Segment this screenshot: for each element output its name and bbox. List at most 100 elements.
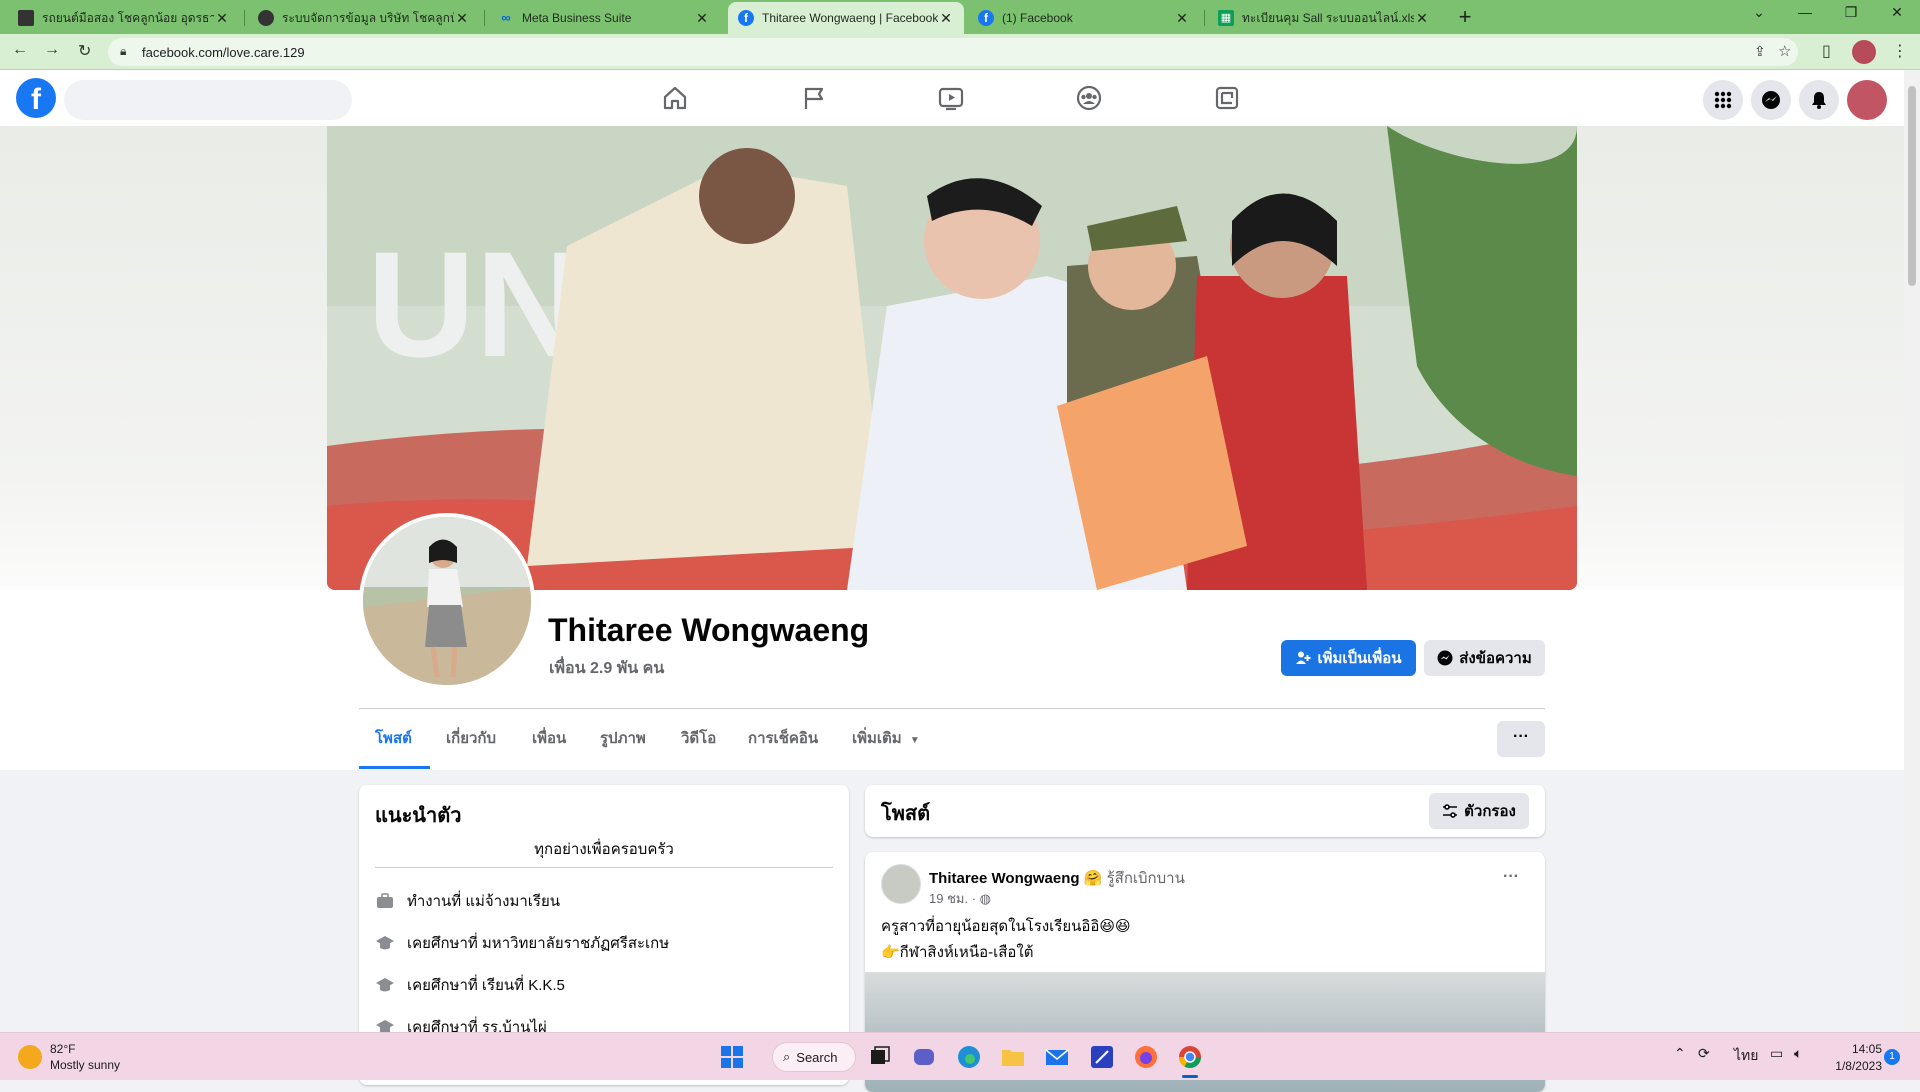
browser-tab[interactable]: ระบบจัดการข้อมูล บริษัท โชคลูกน้อย ✕	[248, 2, 480, 34]
back-arrow-icon[interactable]: ←	[12, 41, 28, 59]
weather-sun-icon[interactable]	[18, 1045, 42, 1069]
share-icon[interactable]: ⇪	[1754, 43, 1766, 60]
intro-divider	[375, 867, 833, 868]
chrome-icon[interactable]	[1176, 1043, 1204, 1071]
close-tab-icon[interactable]: ✕	[938, 10, 954, 27]
intro-item-education: เคยศึกษาที่ เรียนที่ K.K.5	[375, 973, 565, 997]
post-author-avatar[interactable]	[881, 864, 921, 904]
graduation-cap-icon	[375, 975, 395, 995]
chrome-profile-avatar[interactable]	[1852, 40, 1876, 64]
forward-arrow-icon[interactable]: →	[44, 41, 60, 59]
profile-picture[interactable]	[359, 513, 535, 689]
mail-icon[interactable]	[1043, 1043, 1071, 1071]
close-tab-icon[interactable]: ✕	[454, 10, 470, 27]
account-avatar[interactable]	[1847, 80, 1887, 120]
browser-tab[interactable]: f (1) Facebook ✕	[968, 2, 1200, 34]
lock-icon[interactable]: 🔒︎	[120, 44, 126, 59]
tab-photos[interactable]: รูปภาพ	[600, 724, 646, 764]
taskbar-search-button[interactable]: ⌕ Search	[772, 1042, 856, 1072]
messenger-icon[interactable]	[1751, 80, 1791, 120]
send-message-button[interactable]: ส่งข้อความ	[1424, 640, 1545, 676]
browser-tab-active[interactable]: f Thitaree Wongwaeng | Facebook ✕	[728, 2, 964, 34]
close-tab-icon[interactable]: ✕	[694, 10, 710, 27]
tab-title: รถยนต์มือสอง โชคลูกน้อย อุดรธานี	[42, 10, 214, 25]
tab-more[interactable]: เพิ่มเติม ▼	[852, 724, 920, 764]
bookmark-star-icon[interactable]: ☆	[1778, 42, 1791, 60]
post-options-button[interactable]: ···	[1503, 868, 1519, 886]
firefox-icon[interactable]	[1132, 1043, 1160, 1071]
browser-tab[interactable]: รถยนต์มือสอง โชคลูกน้อย อุดรธานี ✕	[8, 2, 240, 34]
notifications-bell-icon[interactable]	[1799, 80, 1839, 120]
profile-more-options-button[interactable]: ···	[1497, 721, 1545, 757]
tab-checkins[interactable]: การเช็คอิน	[748, 724, 818, 764]
pages-flag-icon[interactable]	[800, 84, 828, 112]
profile-picture-image	[363, 517, 531, 685]
post-timestamp[interactable]: 19 ชม. ·	[929, 891, 980, 906]
teams-chat-icon[interactable]	[910, 1043, 938, 1071]
editor-app-icon[interactable]	[1088, 1043, 1116, 1071]
tab-more-label: เพิ่มเติม	[852, 730, 902, 747]
tab-separator	[1204, 10, 1205, 26]
sync-icon[interactable]: ⟳	[1698, 1045, 1710, 1062]
browser-tab[interactable]: ▦ ทะเบียนคุม Sall ระบบออนไลน์.xlsx - G ✕	[1208, 2, 1440, 34]
browser-tab[interactable]: ∞ Meta Business Suite ✕	[488, 2, 720, 34]
home-icon[interactable]	[661, 84, 689, 112]
post-text-line: 👉กีฬาสิงห์เหนือ-เสือใต้	[881, 944, 1034, 961]
chrome-menu-icon[interactable]: ⋮	[1892, 41, 1908, 61]
edge-browser-icon[interactable]	[955, 1043, 983, 1071]
tab-separator	[484, 10, 485, 26]
sheets-icon: ▦	[1218, 10, 1234, 26]
site-favicon-icon	[18, 10, 34, 26]
tab-about[interactable]: เกี่ยวกับ	[446, 724, 496, 764]
minimize-button[interactable]: —	[1782, 4, 1828, 20]
weather-temperature[interactable]: 82°F	[50, 1042, 75, 1056]
file-explorer-icon[interactable]	[999, 1043, 1027, 1071]
cover-photo[interactable]: UNIV	[327, 126, 1577, 590]
gaming-icon[interactable]	[1213, 84, 1241, 112]
close-tab-icon[interactable]: ✕	[1174, 10, 1190, 27]
clock-date[interactable]: 1/8/2023	[1820, 1059, 1882, 1073]
address-bar[interactable]: 🔒︎ facebook.com/love.care.129 ⇪ ☆	[108, 38, 1798, 66]
watch-video-icon[interactable]	[937, 84, 965, 112]
restore-button[interactable]: ❐	[1828, 4, 1874, 21]
facebook-icon: f	[738, 10, 754, 26]
facebook-search-input[interactable]	[64, 80, 352, 120]
add-friend-button[interactable]: เพิ่มเป็นเพื่อน	[1281, 640, 1416, 676]
tab-posts[interactable]: โพสต์	[375, 724, 412, 764]
post-author-name[interactable]: Thitaree Wongwaeng	[929, 870, 1080, 887]
facebook-logo[interactable]: f	[16, 78, 56, 118]
page-scrollbar[interactable]	[1904, 70, 1920, 1032]
new-tab-button[interactable]: +	[1453, 4, 1477, 30]
friend-count[interactable]: เพื่อน 2.9 พัน คน	[549, 656, 664, 681]
sliders-icon	[1443, 804, 1458, 818]
filter-button[interactable]: ตัวกรอง	[1429, 793, 1529, 829]
posts-title: โพสต์	[881, 803, 931, 825]
public-globe-icon: ◍	[979, 891, 991, 906]
taskbar-search-label: Search	[796, 1049, 838, 1065]
task-view-icon[interactable]	[866, 1043, 894, 1071]
post-feeling: รู้สึกเบิกบาน	[1106, 870, 1185, 887]
menu-grid-icon[interactable]	[1703, 80, 1743, 120]
search-icon: ⌕	[783, 1049, 791, 1064]
weather-description[interactable]: Mostly sunny	[50, 1058, 120, 1072]
tab-videos[interactable]: วิดีโอ	[681, 724, 716, 764]
clock-time[interactable]: 14:05	[1830, 1042, 1882, 1056]
close-window-button[interactable]: ✕	[1874, 4, 1920, 21]
side-panel-icon[interactable]: ▯	[1822, 41, 1831, 61]
posts-header-card: โพสต์ ตัวกรอง	[865, 785, 1545, 837]
facebook-top-nav: f	[0, 70, 1904, 126]
scrollbar-thumb[interactable]	[1908, 86, 1916, 286]
tray-chevron-up-icon[interactable]: ⌃	[1674, 1045, 1686, 1062]
tab-friends[interactable]: เพื่อน	[532, 724, 566, 764]
close-tab-icon[interactable]: ✕	[214, 10, 230, 27]
network-monitor-icon[interactable]: ▭	[1770, 1045, 1783, 1062]
close-tab-icon[interactable]: ✕	[1414, 10, 1430, 27]
input-language[interactable]: ไทย	[1734, 1045, 1758, 1067]
speaker-muted-icon[interactable]: 🔈︎	[1794, 1045, 1802, 1062]
reload-icon[interactable]: ↻	[78, 41, 91, 61]
notification-count-badge[interactable]: 1	[1884, 1049, 1900, 1065]
start-windows-icon[interactable]	[718, 1043, 746, 1071]
meta-icon: ∞	[501, 10, 511, 25]
tab-search-chevron-icon[interactable]: ⌄	[1736, 4, 1782, 21]
groups-icon[interactable]	[1075, 84, 1103, 112]
